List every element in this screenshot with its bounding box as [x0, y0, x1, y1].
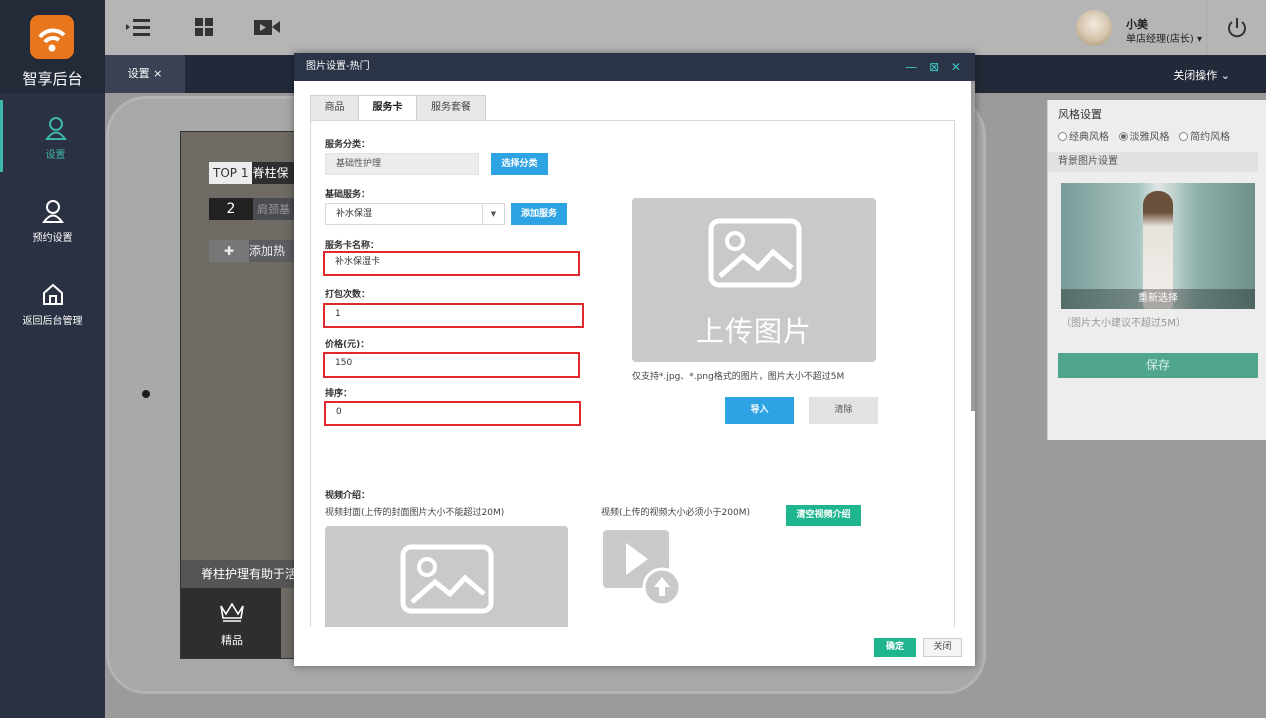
- background-image-preview: 重新选择: [1061, 183, 1255, 309]
- user-role: 单店经理(店长) ▾: [1126, 34, 1203, 45]
- image-placeholder-icon: [708, 218, 802, 288]
- tab-service-card[interactable]: 服务卡: [358, 95, 417, 121]
- sidebar-item-settings[interactable]: 设置: [0, 100, 105, 172]
- video-upload-icon[interactable]: [602, 529, 684, 607]
- style-settings-title: 风格设置: [1058, 108, 1102, 121]
- tablet-camera-dot: [142, 390, 150, 398]
- crown-icon: [220, 602, 244, 622]
- image-placeholder-icon: [400, 544, 494, 614]
- preview-nav-label: 精品: [221, 634, 243, 647]
- save-button[interactable]: 保存: [1058, 353, 1258, 378]
- image-format-hint: 仅支持*.jpg、*.png格式的图片，图片大小不超过5M: [632, 372, 845, 382]
- add-hot-button[interactable]: ✚ 添加热: [209, 240, 294, 262]
- card-name-label: 服务卡名称：: [325, 241, 380, 251]
- topbar: 小美 单店经理(店长) ▾: [105, 0, 1266, 55]
- pack-count-input[interactable]: 1: [323, 303, 584, 328]
- preview-row2-item[interactable]: 2 肩颈基: [209, 198, 294, 220]
- sidebar: 智享后台 设置 预约设置 返回后台管理: [0, 0, 105, 718]
- app-name: 智享后台: [22, 70, 83, 88]
- row2-text: 肩颈基: [257, 203, 290, 216]
- upload-image-text: 上传图片: [695, 315, 812, 348]
- dialog-window-controls[interactable]: — ⊠ ✕: [905, 53, 965, 81]
- reselect-button[interactable]: 重新选择: [1061, 289, 1255, 309]
- radio-classic[interactable]: 经典风格: [1058, 132, 1109, 143]
- power-button[interactable]: [1206, 0, 1266, 55]
- image-settings-dialog: 图片设置-热门 — ⊠ ✕ 商品 服务卡 服务套餐 服务分类： 基础性护理 选择…: [294, 53, 975, 666]
- style-settings-panel: 风格设置 经典风格 淡雅风格 简约风格 背景图片设置 重新选择 （图片大小建议不…: [1047, 100, 1266, 440]
- upload-image-area[interactable]: 上传图片: [632, 198, 876, 362]
- grid-icon[interactable]: [193, 16, 217, 38]
- chevron-down-icon: ▼: [482, 204, 504, 224]
- sidebar-item-booking[interactable]: 预约设置: [0, 183, 105, 255]
- base-service-value: 补水保湿: [336, 209, 373, 219]
- confirm-button[interactable]: 确定: [874, 638, 916, 657]
- sidebar-item-back-admin[interactable]: 返回后台管理: [0, 266, 105, 338]
- base-service-select[interactable]: 补水保湿 ▼: [325, 203, 505, 225]
- video-size-hint: 视频(上传的视频大小必须小于200M): [601, 508, 750, 518]
- user-icon: [42, 200, 64, 223]
- sidebar-item-label: 预约设置: [32, 233, 73, 244]
- menu-collapse-icon[interactable]: [125, 16, 150, 38]
- top1-badge: TOP 1: [209, 162, 253, 184]
- clear-button[interactable]: 清除: [809, 397, 878, 424]
- video-icon[interactable]: [253, 16, 280, 38]
- preview-top1-item[interactable]: TOP 1 脊柱保: [209, 162, 294, 184]
- dialog-title: 图片设置-热门: [306, 61, 370, 72]
- power-icon: [1228, 18, 1246, 38]
- user-icon: [45, 117, 67, 140]
- style-radio-group: 经典风格 淡雅风格 简约风格: [1058, 128, 1230, 143]
- preview-caption: 脊柱护理有助于活: [181, 560, 294, 588]
- logo: 智享后台: [0, 0, 105, 93]
- base-service-label: 基础服务：: [325, 190, 371, 200]
- wifi-logo-icon: [30, 15, 74, 59]
- tab-settings[interactable]: 设置 ×: [105, 55, 185, 93]
- service-category-field: 基础性护理: [325, 153, 479, 175]
- upload-video-cover-area[interactable]: 上传图片: [325, 526, 568, 627]
- sidebar-item-label: 返回后台管理: [22, 316, 83, 327]
- video-cover-hint: 视频封面(上传的封面图片大小不能超过20M): [325, 508, 505, 518]
- video-intro-label: 视频介绍：: [325, 491, 371, 501]
- dialog-body: 服务分类： 基础性护理 选择分类 基础服务： 补水保湿 ▼ 添加服务 服务卡名称…: [310, 120, 955, 627]
- dialog-header: 图片设置-热门 — ⊠ ✕: [294, 53, 975, 81]
- add-service-button[interactable]: 添加服务: [511, 203, 567, 225]
- price-label: 价格(元)：: [325, 340, 370, 350]
- scrollbar[interactable]: [971, 81, 975, 411]
- pack-count-label: 打包次数：: [325, 290, 371, 300]
- image-size-hint: （图片大小建议不超过5M）: [1061, 318, 1186, 329]
- close-button[interactable]: 关闭: [923, 638, 962, 657]
- select-category-button[interactable]: 选择分类: [491, 153, 548, 175]
- clear-video-button[interactable]: 清空视频介绍: [786, 505, 861, 526]
- sidebar-item-label: 设置: [45, 150, 66, 161]
- radio-simple[interactable]: 简约风格: [1179, 132, 1230, 143]
- service-category-label: 服务分类：: [325, 140, 371, 150]
- sort-input[interactable]: 0: [324, 401, 581, 426]
- row2-number: 2: [209, 198, 253, 220]
- plus-icon: ✚: [209, 240, 249, 262]
- background-image-title: 背景图片设置: [1048, 152, 1258, 172]
- import-button[interactable]: 导入: [725, 397, 794, 424]
- price-input[interactable]: 150: [323, 352, 580, 378]
- home-icon: [43, 283, 63, 305]
- tab-service-package[interactable]: 服务套餐: [416, 95, 486, 121]
- top1-text: 脊柱保: [252, 166, 289, 180]
- add-hot-label: 添加热: [249, 244, 286, 258]
- sort-label: 排序：: [325, 389, 353, 399]
- user-menu[interactable]: 小美 单店经理(店长) ▾: [1076, 8, 1206, 48]
- avatar: [1076, 10, 1112, 46]
- radio-elegant[interactable]: 淡雅风格: [1118, 132, 1170, 143]
- card-name-input[interactable]: 补水保湿卡: [323, 251, 580, 276]
- close-operations-menu[interactable]: 关闭操作 ⌄: [1173, 67, 1230, 83]
- tab-goods[interactable]: 商品: [310, 95, 359, 121]
